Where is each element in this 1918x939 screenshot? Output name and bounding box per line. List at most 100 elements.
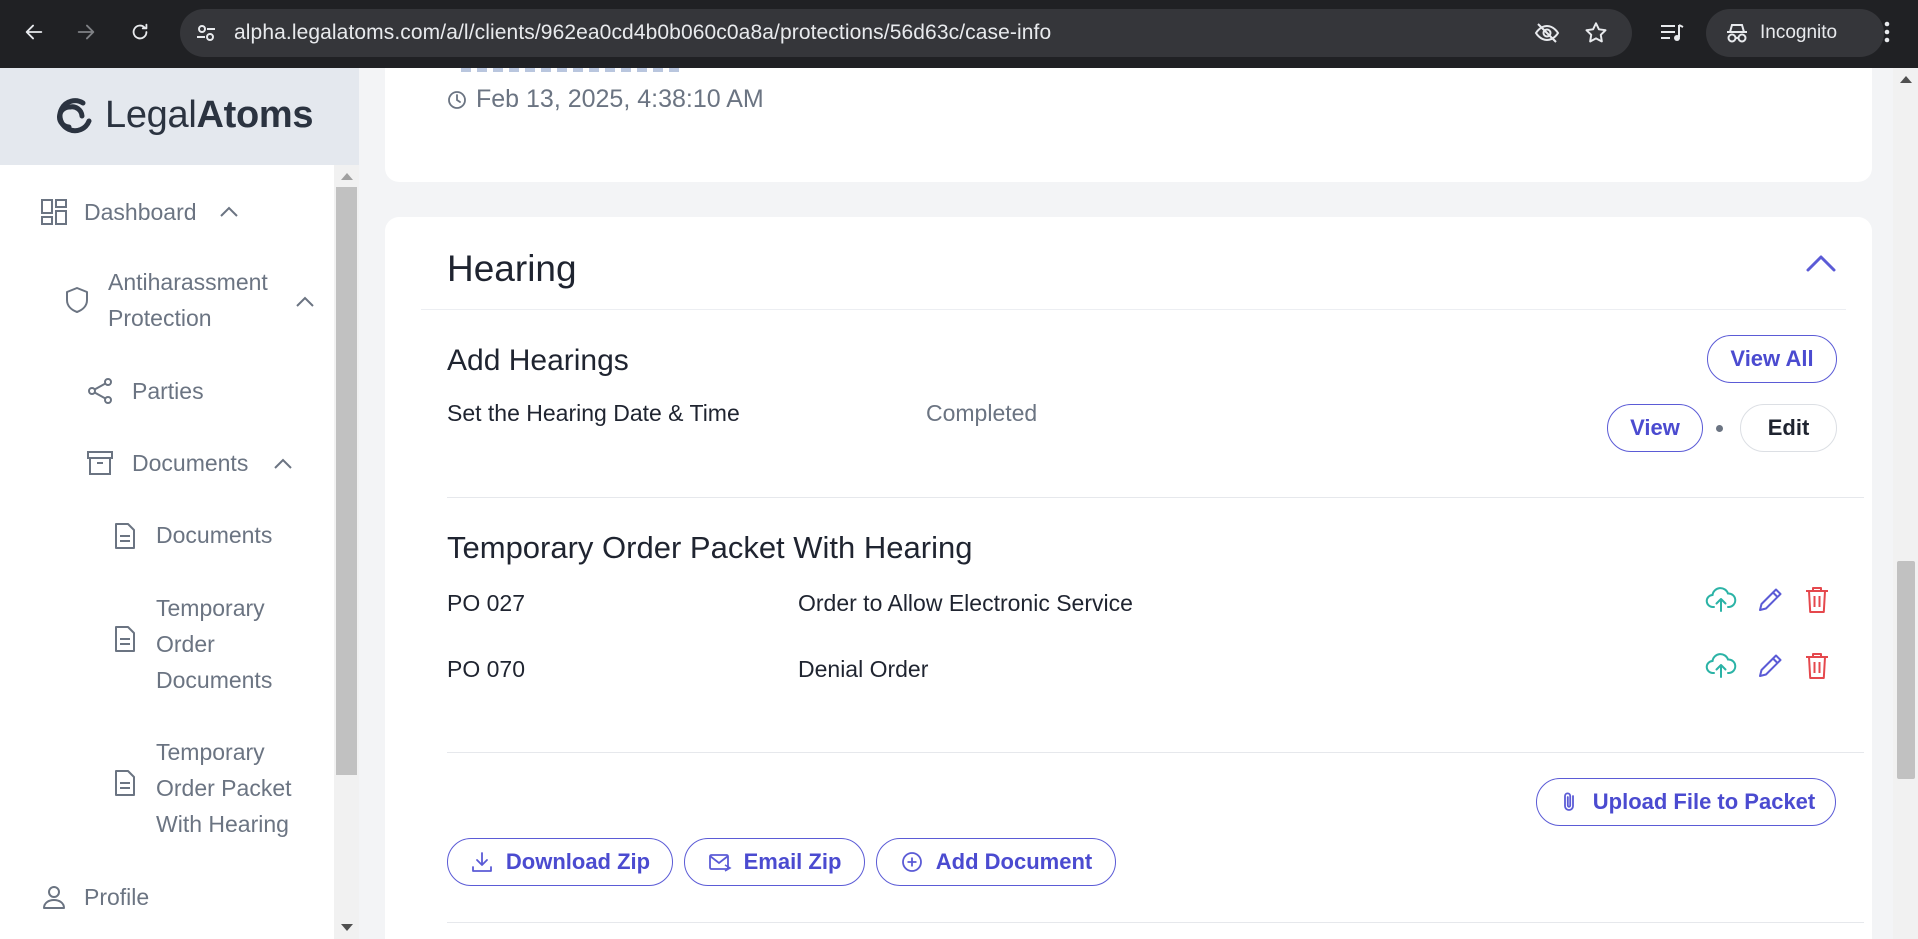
- separator-dot: [1716, 425, 1723, 432]
- arrow-right-icon: [77, 24, 95, 40]
- chevron-up-icon[interactable]: [219, 206, 239, 218]
- add-document-button[interactable]: Add Document: [876, 838, 1116, 886]
- sidebar-item-label: Antiharassment: [108, 269, 268, 295]
- upload-file-to-packet-button[interactable]: Upload File to Packet: [1536, 778, 1836, 826]
- sidebar-scrollbar[interactable]: [334, 165, 359, 939]
- divider: [421, 309, 1846, 310]
- add-hearings-title: Add Hearings: [447, 344, 629, 377]
- forward-button[interactable]: [68, 14, 104, 50]
- document-code: PO 027: [447, 590, 525, 616]
- trash-delete-icon[interactable]: [1801, 584, 1833, 616]
- main-content: Feb 13, 2025, 4:38:10 AM Hearing Add Hea…: [359, 68, 1893, 939]
- sidebar-item-label-line2: Protection: [108, 305, 212, 331]
- incognito-indicator[interactable]: Incognito: [1706, 9, 1884, 57]
- sidebar: LegalAtoms Dashboard Antiharassment Prot…: [0, 68, 359, 939]
- address-bar[interactable]: alpha.legalatoms.com/a/l/clients/962ea0c…: [180, 9, 1632, 57]
- sidebar-item-temporary-order-documents[interactable]: Temporary Order Documents: [0, 582, 334, 696]
- logo-area[interactable]: LegalAtoms: [0, 68, 359, 165]
- logo-text-bold: Atoms: [196, 94, 314, 136]
- sidebar-item-label: Dashboard: [84, 199, 197, 225]
- share-icon: [88, 378, 112, 404]
- file-icon: [115, 770, 135, 796]
- sidebar-item-label: Temporary: [156, 595, 265, 621]
- email-zip-label: Email Zip: [743, 849, 842, 874]
- clock-icon: [448, 91, 466, 109]
- divider: [447, 922, 1864, 923]
- bookmark-star-icon[interactable]: [1583, 20, 1609, 46]
- sidebar-item-label: Profile: [84, 884, 150, 910]
- sidebar-item-parties[interactable]: Parties: [0, 368, 334, 414]
- case-info-card: Feb 13, 2025, 4:38:10 AM: [385, 68, 1872, 182]
- add-document-label: Add Document: [935, 849, 1093, 874]
- incognito-label: Incognito: [1760, 22, 1838, 43]
- cloud-upload-icon[interactable]: [1705, 584, 1737, 616]
- document-name[interactable]: Denial Order: [798, 653, 928, 685]
- url-text: alpha.legalatoms.com/a/l/clients/962ea0c…: [234, 21, 1052, 44]
- user-icon: [43, 886, 65, 909]
- divider: [447, 752, 1864, 753]
- eye-off-icon[interactable]: [1534, 21, 1560, 45]
- edit-button[interactable]: Edit: [1740, 404, 1837, 452]
- download-icon: [471, 852, 492, 872]
- timestamp: Feb 13, 2025, 4:38:10 AM: [476, 85, 764, 113]
- view-button[interactable]: View: [1607, 404, 1703, 452]
- scroll-up-arrow-icon[interactable]: [341, 173, 353, 180]
- site-settings-icon[interactable]: [194, 21, 218, 45]
- page-scrollbar-thumb[interactable]: [1897, 561, 1915, 779]
- hearing-card: Hearing Add Hearings View All Set the He…: [385, 217, 1872, 939]
- document-code: PO 070: [447, 656, 525, 682]
- upload-file-to-packet-label: Upload File to Packet: [1592, 789, 1816, 814]
- document-name[interactable]: Order to Allow Electronic Service: [798, 587, 1133, 619]
- packet-title: Temporary Order Packet With Hearing: [447, 530, 973, 565]
- hearing-task: Set the Hearing Date & Time: [447, 400, 740, 426]
- incognito-icon: [1727, 24, 1747, 43]
- paperclip-icon: [1563, 792, 1574, 811]
- shield-icon: [66, 287, 88, 313]
- chevron-up-icon[interactable]: [1805, 253, 1837, 273]
- sidebar-item-documents[interactable]: Documents: [0, 512, 334, 558]
- sidebar-item-label-line3: With Hearing: [156, 811, 289, 837]
- page-scrollbar[interactable]: [1893, 68, 1918, 939]
- sidebar-scrollbar-thumb[interactable]: [336, 187, 357, 775]
- back-button[interactable]: [16, 14, 52, 50]
- chevron-up-icon[interactable]: [273, 458, 293, 470]
- trash-delete-icon[interactable]: [1801, 650, 1833, 682]
- scroll-down-arrow-icon[interactable]: [341, 924, 353, 931]
- sidebar-item-profile[interactable]: Profile: [0, 874, 334, 920]
- sidebar-item-label: Documents: [132, 450, 249, 476]
- download-zip-label: Download Zip: [505, 849, 651, 874]
- reload-button[interactable]: [122, 14, 158, 50]
- arrow-left-icon: [25, 24, 43, 40]
- download-zip-button[interactable]: Download Zip: [447, 838, 673, 886]
- sidebar-item-label-line3: Documents: [156, 667, 273, 693]
- sidebar-item-antiharassment-protection[interactable]: Antiharassment Protection: [0, 264, 334, 342]
- scroll-up-arrow-icon[interactable]: [1900, 76, 1912, 83]
- legalatoms-logo-icon: [57, 98, 92, 134]
- clipped-link-text: [461, 68, 681, 74]
- sidebar-item-label-line2: Order: [156, 631, 215, 657]
- cloud-upload-icon[interactable]: [1705, 650, 1737, 682]
- sidebar-item-temporary-order-packet-with-hearing[interactable]: Temporary Order Packet With Hearing: [0, 726, 334, 840]
- file-icon: [115, 523, 135, 549]
- sidebar-item-dashboard[interactable]: Dashboard: [0, 188, 334, 240]
- view-all-button[interactable]: View All: [1707, 335, 1837, 383]
- browser-menu-icon[interactable]: [1875, 16, 1899, 48]
- hearing-title: Hearing: [447, 248, 577, 289]
- sidebar-item-label: Parties: [132, 378, 204, 404]
- plus-circle-icon: [901, 852, 922, 872]
- reload-icon: [132, 23, 148, 40]
- chevron-up-icon[interactable]: [295, 296, 315, 308]
- dashboard-grid-icon: [41, 199, 67, 225]
- email-icon: [708, 854, 732, 872]
- sidebar-item-documents-group[interactable]: Documents: [0, 440, 334, 486]
- sidebar-item-label: Temporary: [156, 739, 265, 765]
- pencil-edit-icon[interactable]: [1754, 584, 1786, 616]
- media-controls-icon[interactable]: [1658, 19, 1686, 47]
- logo-text-light: Legal: [105, 94, 197, 136]
- email-zip-button[interactable]: Email Zip: [684, 838, 865, 886]
- sidebar-item-label: Documents: [156, 522, 273, 548]
- logo-text: LegalAtoms: [105, 92, 314, 138]
- sidebar-item-label-line2: Order Packet: [156, 775, 292, 801]
- divider: [447, 497, 1864, 498]
- pencil-edit-icon[interactable]: [1754, 650, 1786, 682]
